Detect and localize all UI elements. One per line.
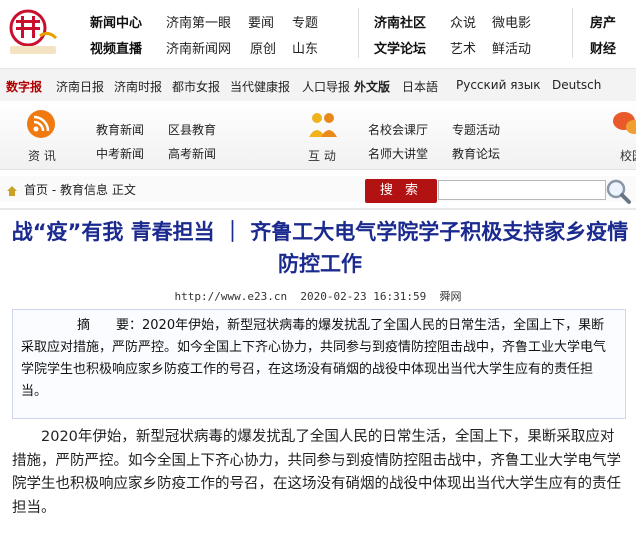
nav-topics[interactable]: 专题 xyxy=(292,12,318,31)
article-source: 舜网 xyxy=(439,290,462,303)
channel-label-interaction[interactable]: 互 动 xyxy=(308,147,336,164)
nav-headlines[interactable]: 要闻 xyxy=(248,12,274,31)
nav-micro-film[interactable]: 微电影 xyxy=(492,12,531,31)
nav-finance[interactable]: 财经 xyxy=(590,38,616,57)
search-input[interactable] xyxy=(438,180,606,200)
paper-metro-women[interactable]: 都市女报 xyxy=(172,78,220,95)
newspaper-bar: 数字报 济南日报 济南时报 都市女报 当代健康报 人口导报 外文版 日本語 Ру… xyxy=(0,68,636,102)
nav-art[interactable]: 艺术 xyxy=(450,38,476,57)
paper-population[interactable]: 人口导报 xyxy=(302,78,350,95)
summary-label: 摘 要： xyxy=(77,318,143,333)
paper-health[interactable]: 当代健康报 xyxy=(230,78,290,95)
paper-foreign-edition[interactable]: 外文版 xyxy=(354,78,390,95)
article-body: 2020年伊始，新型冠状病毒的爆发扰乱了全国人民的日常生活，全国上下，果断采取应… xyxy=(12,429,621,516)
channel-label-news[interactable]: 资 讯 xyxy=(28,147,56,164)
paper-jinan-times[interactable]: 济南时报 xyxy=(114,78,162,95)
nav-jinan-first-look[interactable]: 济南第一眼 xyxy=(166,12,231,31)
search-button[interactable]: 搜 索 xyxy=(365,179,437,203)
breadcrumb-separator: - xyxy=(48,183,60,197)
link-special-events[interactable]: 专题活动 xyxy=(452,121,500,138)
channel-row: 资 讯 教育新闻 区县教育 中考新闻 高考新闻 互 动 名校会课厅 专题活动 名… xyxy=(0,101,636,170)
chat-bubbles-icon[interactable] xyxy=(612,109,636,139)
nav-divider xyxy=(572,8,573,58)
breadcrumb-home[interactable]: 首页 xyxy=(24,183,48,197)
paper-russian[interactable]: Русский язык xyxy=(456,78,541,92)
nav-literature-forum[interactable]: 文学论坛 xyxy=(374,38,426,57)
nav-jinan-community[interactable]: 济南社区 xyxy=(374,12,426,31)
nav-divider xyxy=(358,8,359,58)
rss-feed-icon[interactable] xyxy=(26,109,56,139)
paper-jinan-daily[interactable]: 济南日报 xyxy=(56,78,104,95)
nav-opinions[interactable]: 众说 xyxy=(450,12,476,31)
search-icon[interactable] xyxy=(604,177,632,205)
paper-digital[interactable]: 数字报 xyxy=(6,78,42,95)
link-famous-school-lecture[interactable]: 名校会课厅 xyxy=(368,121,428,138)
channel-label-campus[interactable]: 校园 xyxy=(620,147,636,164)
nav-news-center[interactable]: 新闻中心 xyxy=(90,12,142,31)
article-url[interactable]: http://www.e23.cn xyxy=(175,290,288,303)
paper-german[interactable]: Deutsch xyxy=(552,78,601,92)
nav-live-video[interactable]: 视频直播 xyxy=(90,38,142,57)
link-education-news[interactable]: 教育新闻 xyxy=(96,121,144,138)
nav-jinan-news-net[interactable]: 济南新闻网 xyxy=(166,38,231,57)
nav-original[interactable]: 原创 xyxy=(250,38,276,57)
link-famous-teacher-forum[interactable]: 名师大讲堂 xyxy=(368,145,428,162)
home-icon xyxy=(6,182,18,196)
article-datetime: 2020-02-23 16:31:59 xyxy=(300,290,427,303)
article-summary: 摘 要：2020年伊始，新型冠状病毒的爆发扰乱了全国人民的日常生活，全国上下，果… xyxy=(12,309,626,419)
link-education-forum[interactable]: 教育论坛 xyxy=(452,145,500,162)
divider xyxy=(0,208,636,210)
breadcrumb: 首页 - 教育信息 正文 xyxy=(24,181,136,198)
article-title: 战“疫”有我 青春担当 ｜ 齐鲁工大电气学院学子积极支持家乡疫情防控工作 xyxy=(11,220,629,276)
site-logo[interactable] xyxy=(6,6,62,56)
breadcrumb-section[interactable]: 教育信息 xyxy=(60,183,108,197)
breadcrumb-current: 正文 xyxy=(108,183,136,197)
paper-japanese[interactable]: 日本語 xyxy=(402,78,438,95)
link-gaokao-news[interactable]: 高考新闻 xyxy=(168,145,216,162)
article-meta: http://www.e23.cn 2020-02-23 16:31:59 舜网 xyxy=(0,288,636,304)
nav-shandong[interactable]: 山东 xyxy=(292,38,318,57)
nav-fresh-events[interactable]: 鲜活动 xyxy=(492,38,531,57)
link-district-education[interactable]: 区县教育 xyxy=(168,121,216,138)
link-zhongkao-news[interactable]: 中考新闻 xyxy=(96,145,144,162)
nav-real-estate[interactable]: 房产 xyxy=(590,12,616,31)
people-icon[interactable] xyxy=(306,109,340,139)
